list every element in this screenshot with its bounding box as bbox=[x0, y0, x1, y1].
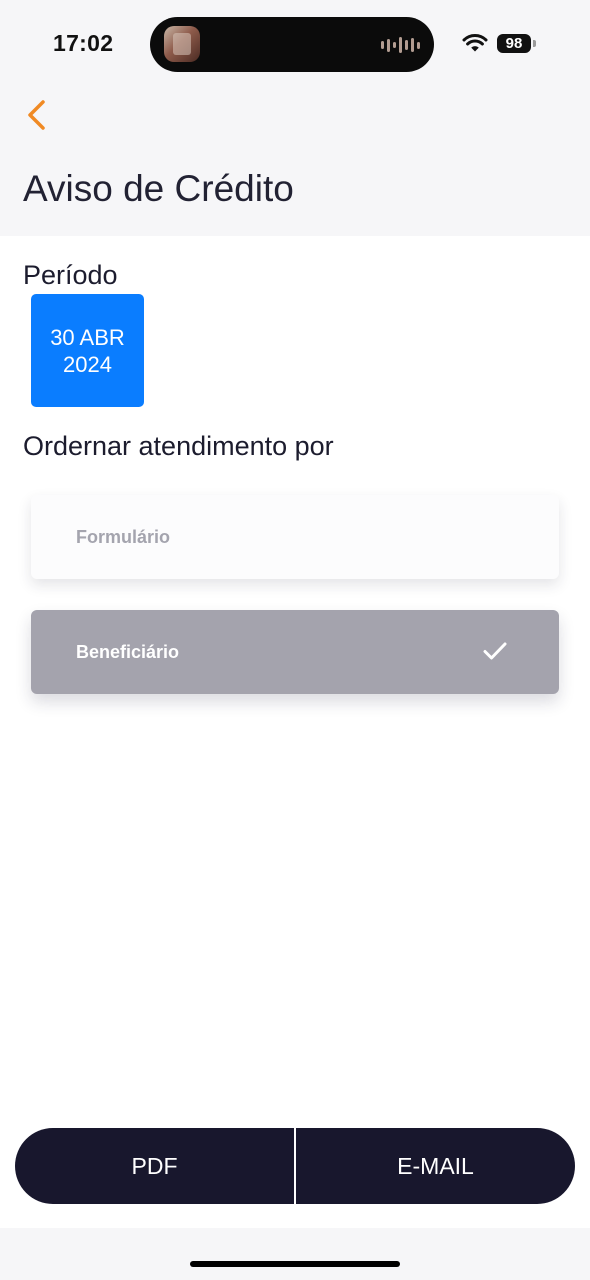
ordering-label: Ordernar atendimento por bbox=[23, 431, 334, 461]
date-day-month: 30 ABR bbox=[50, 324, 125, 350]
dynamic-island[interactable] bbox=[150, 17, 434, 72]
status-time: 17:02 bbox=[53, 30, 114, 56]
date-year: 2024 bbox=[63, 351, 112, 377]
pdf-button-label: PDF bbox=[131, 1152, 178, 1179]
now-playing-app-icon[interactable] bbox=[164, 26, 200, 62]
battery-tip bbox=[533, 40, 536, 47]
option-label: Beneficiário bbox=[76, 641, 180, 662]
email-button[interactable]: E-MAIL bbox=[296, 1128, 575, 1204]
bottom-bar bbox=[0, 1228, 590, 1280]
period-label: Período bbox=[23, 260, 118, 290]
wifi-icon bbox=[462, 34, 488, 52]
date-picker-button[interactable]: 30 ABR 2024 bbox=[31, 294, 144, 407]
checkmark-icon bbox=[483, 642, 507, 660]
battery-icon: 98 bbox=[497, 34, 531, 53]
chevron-left-icon[interactable] bbox=[22, 96, 54, 136]
email-button-label: E-MAIL bbox=[397, 1152, 474, 1179]
option-formulario[interactable]: Formulário bbox=[31, 495, 559, 579]
page-title: Aviso de Crédito bbox=[23, 168, 294, 209]
audio-waveform-icon bbox=[381, 36, 420, 54]
option-beneficiario[interactable]: Beneficiário bbox=[31, 610, 559, 694]
pdf-button[interactable]: PDF bbox=[15, 1128, 294, 1204]
option-label: Formulário bbox=[76, 526, 171, 547]
home-indicator[interactable] bbox=[190, 1261, 400, 1267]
action-bar: PDF E-MAIL bbox=[15, 1128, 575, 1204]
